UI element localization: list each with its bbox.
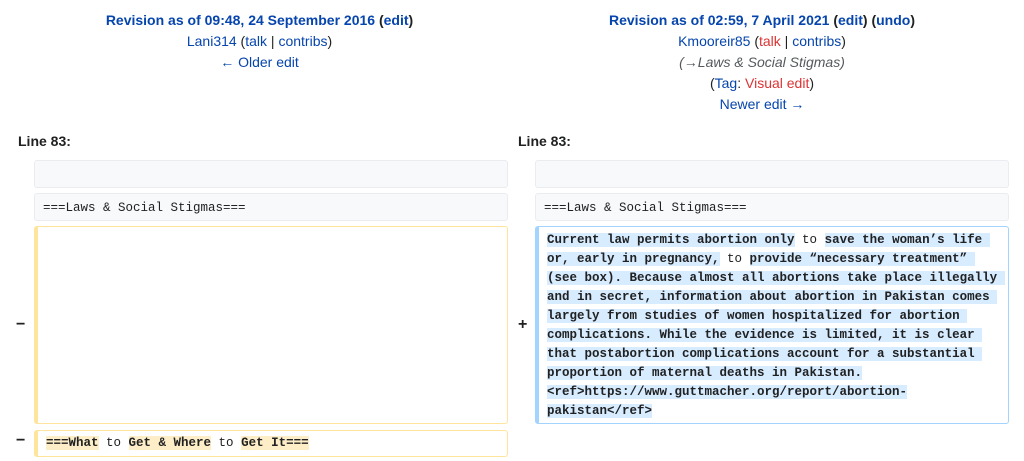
left-context-line: ===Laws & Social Stigmas=== — [34, 193, 508, 221]
minus-marker-2: − — [16, 432, 26, 449]
right-revision-link[interactable]: Revision as of 02:59, 7 April 2021 — [609, 12, 829, 28]
right-contribs-link[interactable]: contribs — [792, 33, 841, 49]
added-text-segment: Current law permits abortion only — [547, 233, 795, 247]
tag-label-link[interactable]: Tag — [715, 75, 738, 91]
undo-link[interactable]: undo — [876, 12, 910, 28]
deleted-text-segment: to — [211, 436, 242, 450]
deleted-text-segment: to — [98, 436, 129, 450]
newer-edit-link[interactable]: Newer edit → — [720, 96, 805, 112]
deleted-empty-line — [34, 226, 508, 424]
deleted-text-segment: ===What — [46, 436, 99, 450]
right-revision-header: Revision as of 02:59, 7 April 2021 (edit… — [608, 12, 916, 112]
deleted-text-segment: Get & Where — [128, 436, 212, 450]
right-user-link[interactable]: Kmooreir85 — [678, 33, 750, 49]
edit-summary: (→Laws & Social Stigmas) — [679, 54, 845, 70]
right-context-line: ===Laws & Social Stigmas=== — [535, 193, 1009, 221]
minus-marker: − — [16, 316, 26, 333]
deleted-heading-line: ===What to Get & Where to Get It=== — [34, 430, 508, 457]
added-paragraph: Current law permits abortion only to sav… — [535, 226, 1009, 424]
left-talk-link[interactable]: talk — [245, 33, 267, 49]
added-text-segment: provide “necessary treatment” (see box).… — [547, 252, 1005, 418]
right-line-number: Line 83: — [518, 133, 571, 149]
visual-edit-tag-link[interactable]: Visual edit — [745, 75, 809, 91]
right-talk-link[interactable]: talk — [759, 33, 781, 49]
added-text-segment: to — [719, 252, 750, 266]
older-edit-link[interactable]: ← Older edit — [220, 54, 299, 70]
left-contribs-link[interactable]: contribs — [278, 33, 327, 49]
added-text-segment: to — [794, 233, 825, 247]
plus-marker: + — [518, 316, 528, 333]
left-revision-link[interactable]: Revision as of 09:48, 24 September 2016 — [106, 12, 375, 28]
left-edit-link[interactable]: edit — [384, 12, 409, 28]
right-edit-link[interactable]: edit — [838, 12, 863, 28]
deleted-text-segment: Get It=== — [241, 436, 309, 450]
left-empty-context — [34, 160, 508, 188]
left-line-number: Line 83: — [18, 133, 71, 149]
left-user-link[interactable]: Lani314 — [187, 33, 237, 49]
right-empty-context — [535, 160, 1009, 188]
left-revision-header: Revision as of 09:48, 24 September 2016 … — [105, 12, 414, 70]
